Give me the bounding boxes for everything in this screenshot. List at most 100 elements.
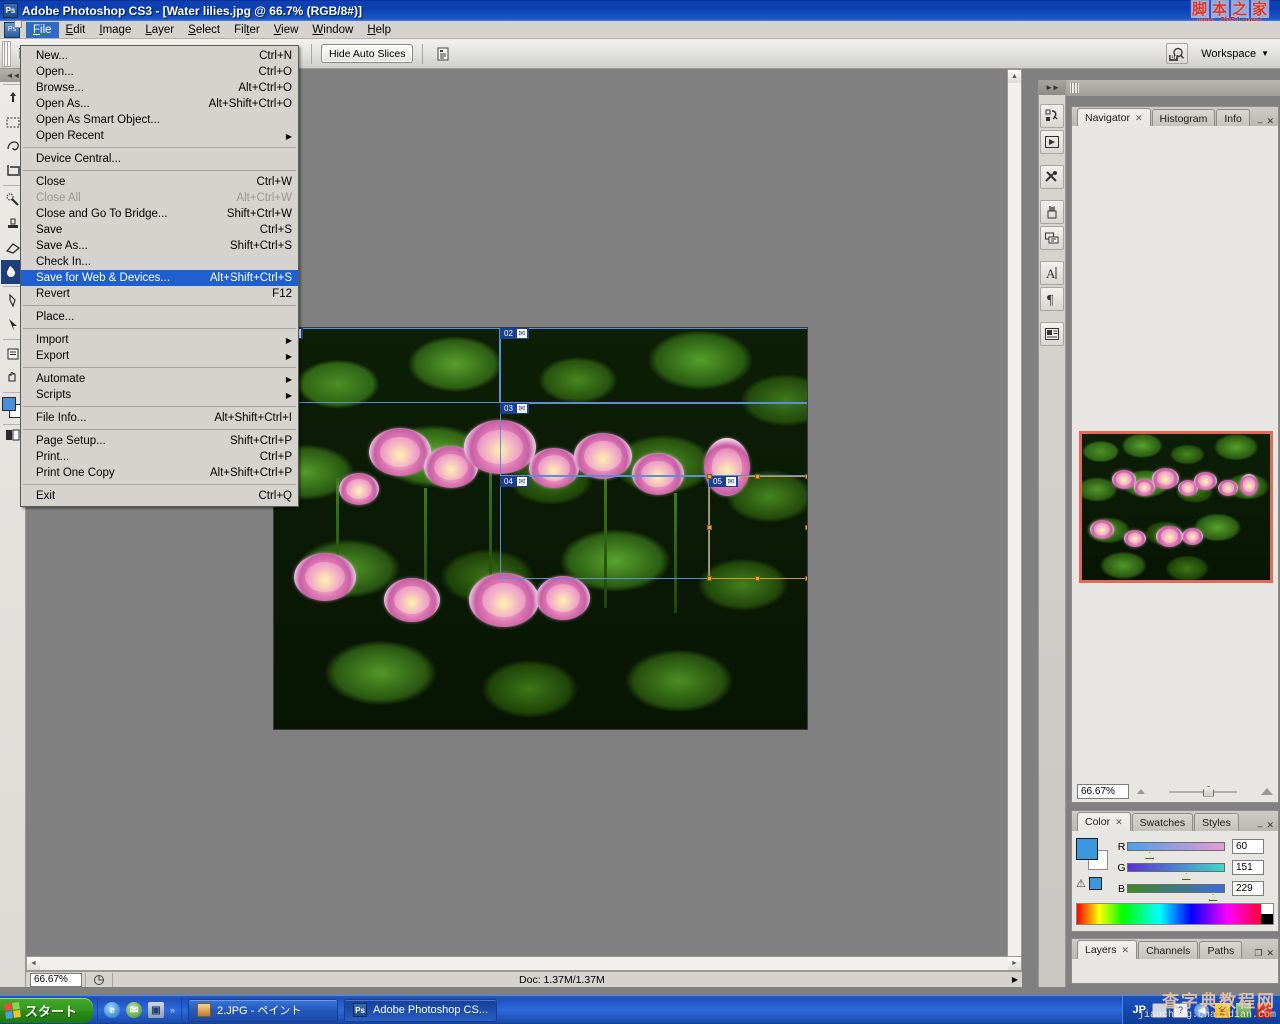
b-value-input[interactable]: 229 [1232,881,1264,896]
start-button[interactable]: スタート [0,997,94,1023]
foreground-color-swatch[interactable] [1,397,16,411]
menu-item-new[interactable]: New... Ctrl+N [21,48,298,64]
menu-item-save-for-web-and-devices[interactable]: Save for Web & Devices... Alt+Shift+Ctrl… [21,270,298,286]
panel-dock-grip-strip[interactable] [1066,80,1280,96]
volume-icon[interactable]: ◀ [1194,1002,1209,1018]
menu-item-revert[interactable]: Revert F12 [21,286,298,302]
slice-02[interactable]: 02 ✉ [500,328,807,403]
menu-item-close[interactable]: Close Ctrl+W [21,174,298,190]
navigator-zoom-slider[interactable] [1153,784,1253,799]
menu-help[interactable]: Help [360,22,398,38]
norton-icon[interactable]: 名 [1215,1002,1230,1018]
close-icon[interactable]: ✕ [1266,820,1274,831]
r-slider-thumb[interactable] [1145,852,1155,859]
slice-03[interactable]: 03 ✉ [500,403,807,476]
menu-item-print-one-copy[interactable]: Print One Copy Alt+Shift+Ctrl+P [21,465,298,481]
actions-panel-icon[interactable] [1040,130,1064,154]
menu-window[interactable]: Window [305,22,360,38]
workspace-dropdown[interactable]: Workspace ▼ [1196,46,1274,62]
menu-item-save-as[interactable]: Save As... Shift+Ctrl+S [21,238,298,254]
slice-options-icon[interactable] [433,44,453,64]
go-to-bridge-icon[interactable]: Br [1166,43,1189,64]
shortcut-icon[interactable]: ↙ [1257,1002,1272,1018]
network-icon[interactable] [1236,1002,1251,1018]
web-safe-color-swatch[interactable] [1088,877,1102,890]
foreground-color-swatch[interactable] [1076,838,1098,860]
canvas-vertical-scrollbar[interactable]: ▲ ▼ [1007,69,1022,971]
r-slider-track[interactable] [1127,842,1225,859]
zoom-level-input[interactable]: 66.67% [30,972,82,987]
history-panel-icon[interactable] [1040,104,1064,128]
color-spectrum-ramp[interactable] [1076,903,1274,925]
character-panel-icon[interactable]: A [1040,261,1064,285]
menu-item-file-info[interactable]: File Info... Alt+Shift+Ctrl+I [21,410,298,426]
menu-file[interactable]: File [26,21,59,38]
b-slider-track[interactable] [1127,884,1225,901]
help-icon[interactable]: ? [1173,1002,1188,1018]
document-icon[interactable]: Ps [4,19,22,38]
keyboard-icon[interactable] [1152,1002,1167,1018]
menu-item-browse[interactable]: Browse... Alt+Ctrl+O [21,80,298,96]
restore-icon[interactable]: ❐ [1254,948,1264,959]
menu-layer[interactable]: Layer [138,22,181,38]
menu-item-export[interactable]: Export ▶ [21,348,298,364]
menu-item-open-as[interactable]: Open As... Alt+Shift+Ctrl+O [21,96,298,112]
menu-item-import[interactable]: Import ▶ [21,332,298,348]
close-icon[interactable]: ✕ [1122,945,1130,956]
navigator-thumbnail-wrap[interactable] [1078,428,1274,585]
water-lilies-photograph[interactable]: 01 ✉ 02 ✉ 03 ✉ 04 ✉ [273,327,808,730]
navigator-zoom-input[interactable]: 66.67% [1077,783,1129,799]
taskbar-button-photoshop[interactable]: Ps Adobe Photoshop CS... [344,998,497,1022]
tab-info[interactable]: Info [1216,109,1250,127]
b-slider-thumb[interactable] [1208,894,1218,901]
language-indicator[interactable]: JP [1133,1004,1146,1016]
menu-item-open-as-smart-object[interactable]: Open As Smart Object... [21,112,298,128]
g-value-input[interactable]: 151 [1232,860,1264,875]
show-desktop-icon[interactable]: ▣ [148,1002,165,1018]
scroll-right-arrow-icon[interactable]: ► [1008,957,1021,970]
zoom-in-mountain-icon[interactable] [1261,787,1273,795]
menu-item-print[interactable]: Print... Ctrl+P [21,449,298,465]
slider-thumb[interactable] [1203,785,1214,797]
menu-item-check-in[interactable]: Check In... [21,254,298,270]
menu-item-device-central[interactable]: Device Central... [21,151,298,167]
navigator-thumbnail[interactable] [1079,430,1273,583]
menu-edit[interactable]: Edit [59,22,93,38]
tab-histogram[interactable]: Histogram [1151,109,1216,127]
status-bar-menu-arrow-icon[interactable]: ▶ [1008,975,1022,984]
tab-styles[interactable]: Styles [1194,813,1239,831]
menu-select[interactable]: Select [181,22,227,38]
close-icon[interactable]: ✕ [1266,948,1274,959]
slice-05[interactable]: 05 ✉ [707,474,807,581]
tool-presets-panel-icon[interactable] [1040,165,1064,189]
paragraph-panel-icon[interactable]: ¶ [1040,287,1064,311]
zoom-out-mountain-icon[interactable] [1137,788,1145,794]
expand-double-arrow-icon[interactable]: ►► [1039,80,1065,95]
close-icon[interactable]: ✕ [1135,113,1143,124]
close-icon[interactable]: ✕ [1115,817,1123,828]
tab-swatches[interactable]: Swatches [1131,813,1194,831]
internet-explorer-icon[interactable]: e [104,1002,121,1018]
menu-filter[interactable]: Filter [227,22,267,38]
scroll-left-arrow-icon[interactable]: ◄ [27,957,40,970]
clone-source-panel-icon[interactable] [1040,226,1064,250]
taskbar-button-paint[interactable]: 2.JPG - ペイント [188,998,339,1022]
slice-04[interactable]: 04 ✉ [500,476,709,579]
menu-view[interactable]: View [267,22,306,38]
menu-item-open-recent[interactable]: Open Recent ▶ [21,128,298,144]
tab-color[interactable]: Color ✕ [1077,812,1131,831]
brushes-panel-icon[interactable] [1040,200,1064,224]
menu-item-automate[interactable]: Automate ▶ [21,371,298,387]
gamut-warning-icon[interactable]: ⚠ [1076,877,1086,890]
hide-auto-slices-button[interactable]: Hide Auto Slices [321,44,414,63]
g-slider-thumb[interactable] [1181,873,1191,880]
tab-navigator[interactable]: Navigator ✕ [1077,108,1151,127]
menu-item-page-setup[interactable]: Page Setup... Shift+Ctrl+P [21,433,298,449]
scroll-up-arrow-icon[interactable]: ▲ [1008,70,1021,83]
menu-item-save[interactable]: Save Ctrl+S [21,222,298,238]
outlook-express-icon[interactable]: ✉ [126,1002,143,1018]
menu-item-exit[interactable]: Exit Ctrl+Q [21,488,298,504]
canvas-horizontal-scrollbar[interactable]: ◄ ► [26,956,1022,971]
r-value-input[interactable]: 60 [1232,839,1264,854]
slice-01[interactable]: 01 ✉ [274,328,500,403]
